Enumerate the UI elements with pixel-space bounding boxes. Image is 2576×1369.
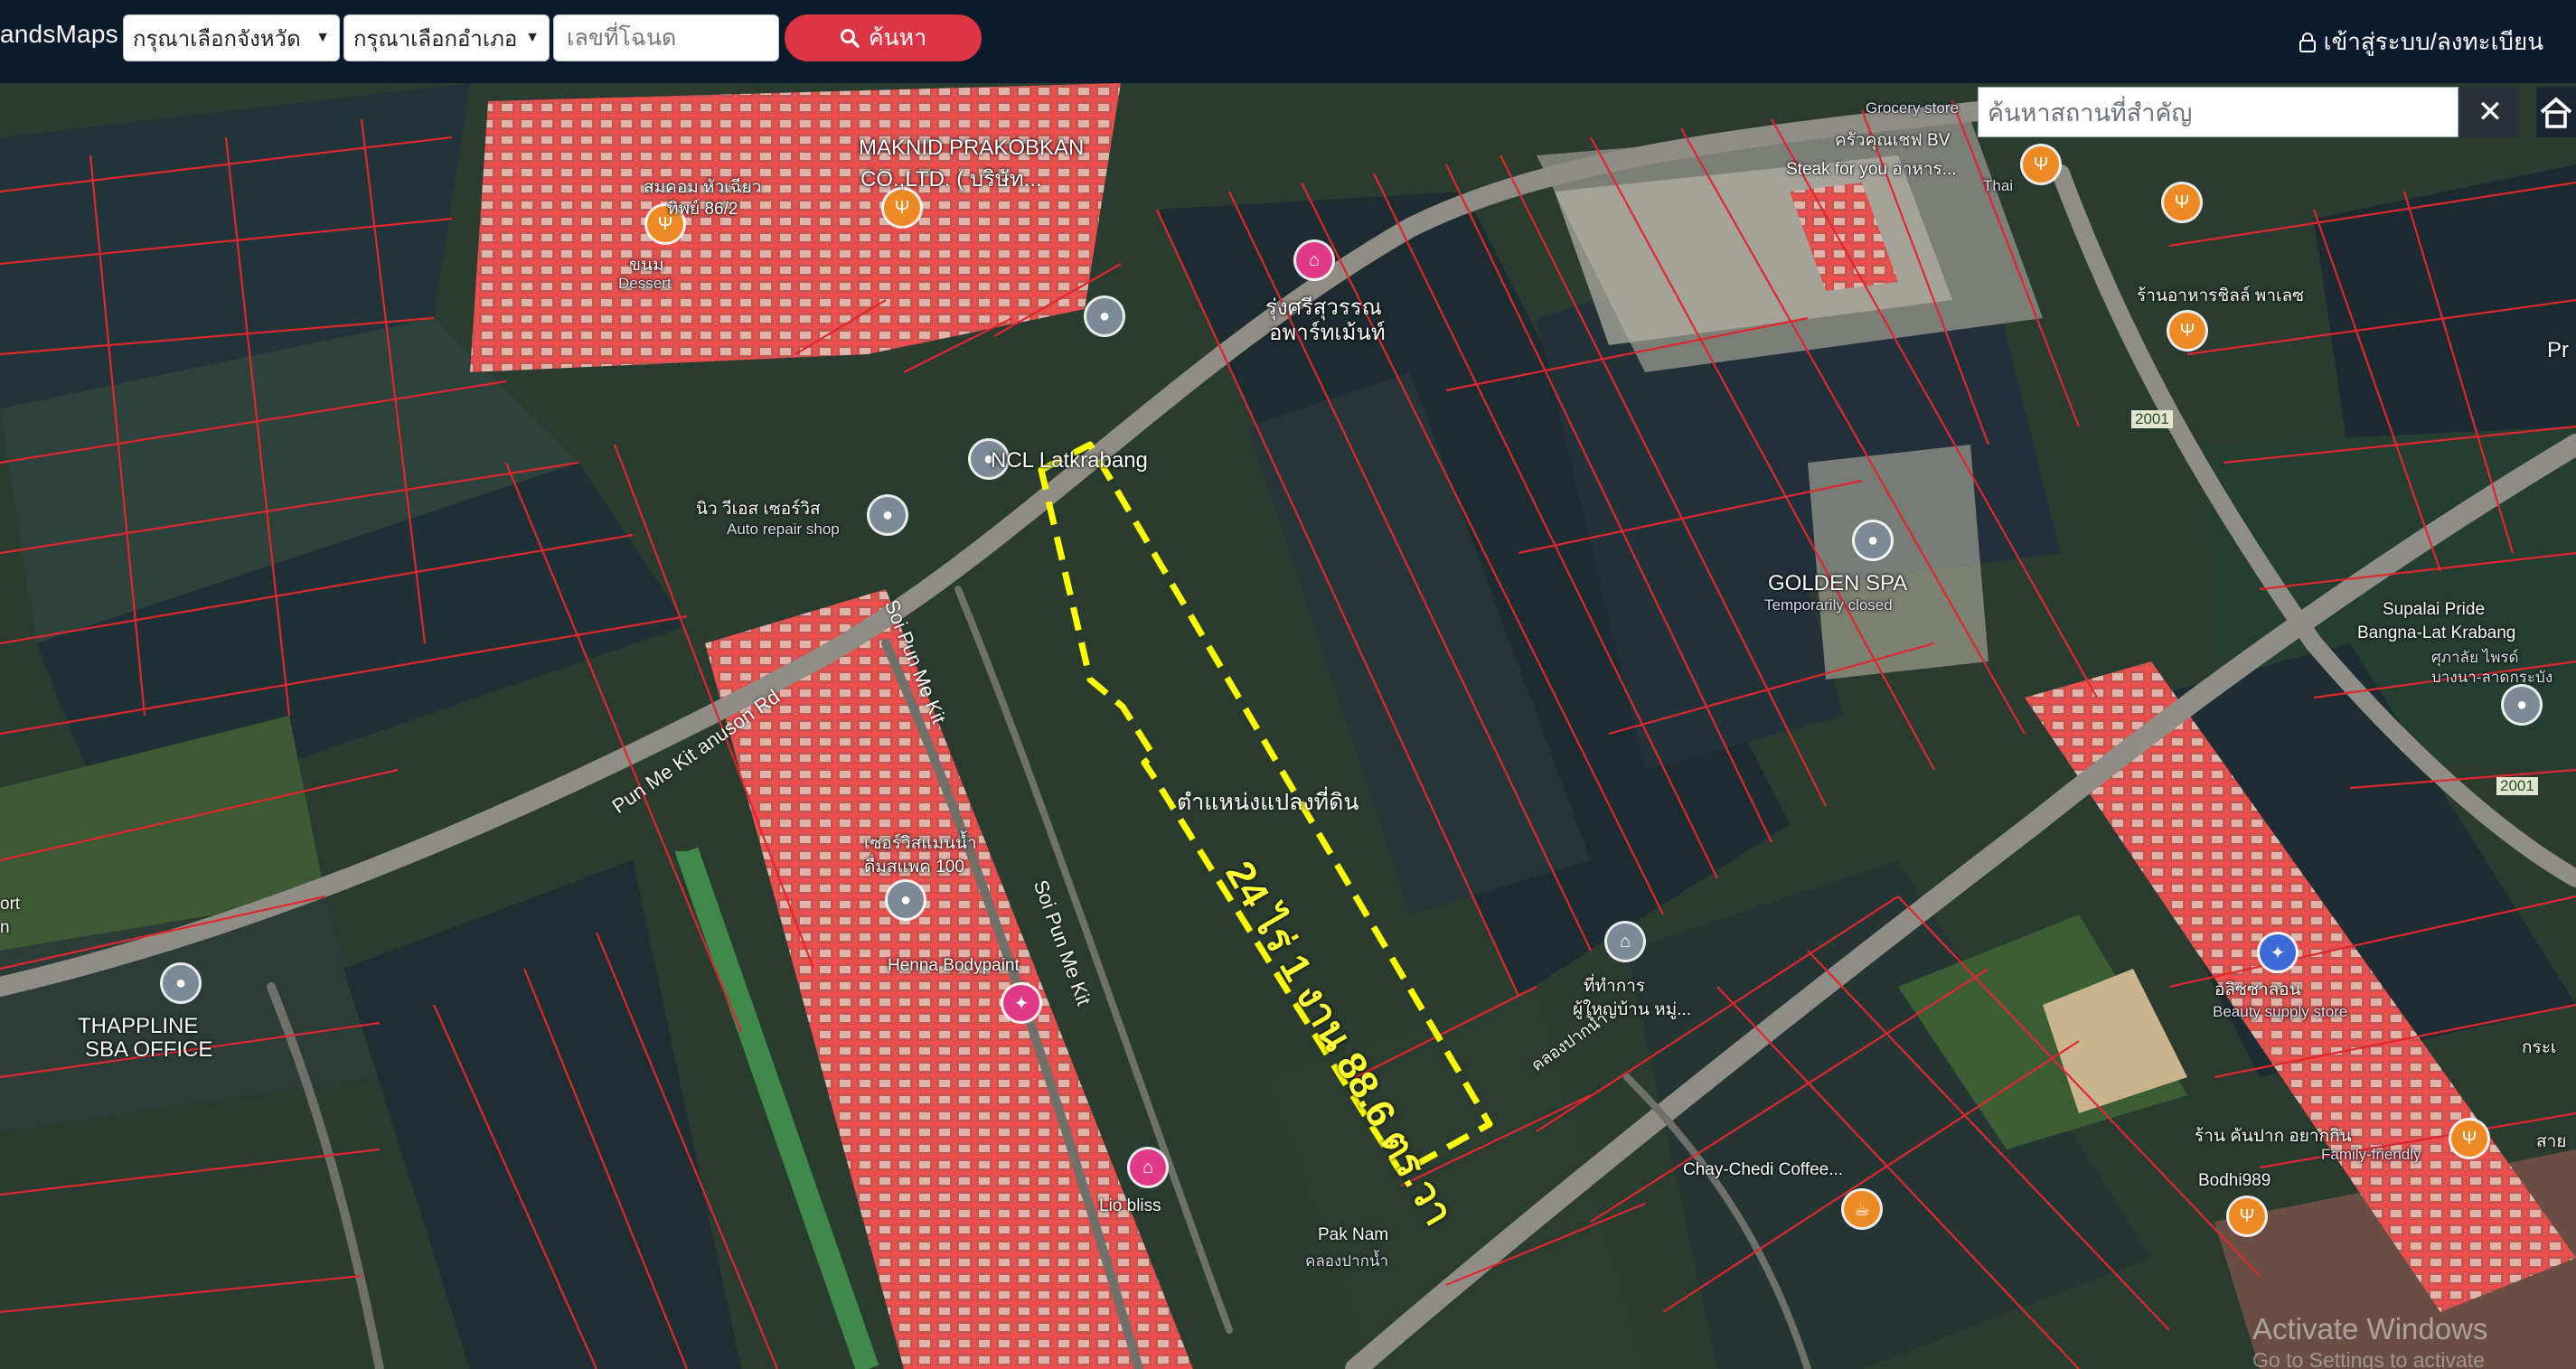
- map-canvas[interactable]: ตำแหน่งแปลงที่ดิน 24 ไร่ 1 งาน 88.6 ตร.ว…: [0, 83, 2576, 1369]
- restaurant-icon[interactable]: Ψ: [2229, 1198, 2265, 1234]
- landmark-search-input[interactable]: ค้นหาสถานที่สำคัญ: [1978, 87, 2458, 137]
- close-icon[interactable]: ✕: [2460, 87, 2520, 137]
- district-select[interactable]: กรุณาเลือกอำเภอ ▼: [343, 14, 550, 61]
- login-label: เข้าสู่ระบบ/ลงทะเบียน: [2323, 28, 2543, 55]
- place-label-lio-bliss[interactable]: Lio bliss: [1099, 1196, 1161, 1216]
- place-label-grocery[interactable]: Grocery store: [1866, 99, 1959, 117]
- restaurant-icon[interactable]: Ψ: [2164, 184, 2200, 220]
- place-sub-thappline: SBA OFFICE: [85, 1037, 213, 1062]
- place-label-repair[interactable]: นิว วีเอส เซอร์วิส: [696, 495, 821, 522]
- login-link[interactable]: เข้าสู่ระบบ/ลงทะเบียน: [2299, 23, 2543, 61]
- place-label-n[interactable]: n: [0, 918, 10, 938]
- place-label-beauty[interactable]: อลิซซาลอน: [2214, 976, 2301, 1003]
- place-sub-pak-nam: คลองปากน้ำ: [1305, 1252, 1389, 1270]
- search-button-label: ค้นหา: [868, 25, 927, 51]
- government-building-icon[interactable]: ⌂: [1607, 924, 1643, 960]
- top-navbar: andsMaps กรุณาเลือกจังหวัด ▼ กรุณาเลือกอ…: [0, 0, 2576, 83]
- place-label-supalai-2[interactable]: Bangna-Lat Krabang: [2357, 624, 2515, 643]
- chevron-down-icon: ▼: [315, 30, 330, 45]
- place-sub-repair: Auto repair shop: [727, 520, 840, 538]
- home-icon[interactable]: [2536, 87, 2576, 137]
- lock-icon: [2299, 32, 2316, 52]
- place-label-ncl[interactable]: NCL Latkrabang: [991, 448, 1148, 474]
- place-sub-serve: ดื่มสแพค 100: [864, 858, 964, 877]
- place-sub-maknid: CO.,LTD. ( บริษัท...: [860, 167, 1042, 192]
- coffee-icon[interactable]: ☕: [1844, 1191, 1880, 1227]
- shopping-icon[interactable]: ✦: [1003, 985, 1039, 1021]
- shopping-bag-icon[interactable]: ✦: [2260, 934, 2296, 970]
- restaurant-icon[interactable]: Ψ: [2451, 1121, 2487, 1157]
- place-label-kra[interactable]: กระเ: [2522, 1034, 2556, 1061]
- plot-caption: ตำแหน่งแปลงที่ดิน: [1177, 790, 1359, 815]
- place-sub-rungsri: อพาร์ทเม้นท์: [1269, 321, 1386, 345]
- hotel-icon[interactable]: ⌂: [1130, 1149, 1166, 1186]
- place-sub-dessert: Dessert: [618, 275, 672, 292]
- place-label-chay-chedi[interactable]: Chay-Chedi Coffee...: [1683, 1160, 1843, 1180]
- place-label-supalai[interactable]: Supalai Pride: [2383, 600, 2485, 620]
- place-label-bodhi[interactable]: Bodhi989: [2198, 1171, 2270, 1191]
- route-shield-2001-b: 2001: [2496, 777, 2538, 795]
- district-select-value: กรุณาเลือกอำเภอ: [353, 26, 518, 52]
- place-sub-somkom: ทิพย์ 86/2: [667, 200, 738, 219]
- place-label-ort[interactable]: ort: [0, 895, 20, 914]
- place-label-golden-spa[interactable]: GOLDEN SPA: [1768, 571, 1907, 596]
- place-label-pr[interactable]: Pr: [2547, 338, 2569, 363]
- search-button[interactable]: ค้นหา: [785, 14, 982, 61]
- place-marker-icon[interactable]: ●: [1086, 298, 1123, 334]
- satellite-map[interactable]: [0, 83, 2576, 1369]
- place-label-thappline[interactable]: THAPPLINE: [78, 1014, 198, 1039]
- place-label-henna[interactable]: Henna Bodypaint: [888, 956, 1020, 976]
- house-icon: [2540, 97, 2572, 128]
- chevron-down-icon: ▼: [525, 30, 540, 45]
- place-sub-beauty: Beauty supply store: [2213, 1003, 2348, 1020]
- place-marker-icon[interactable]: ●: [163, 965, 199, 1001]
- deed-number-input[interactable]: [553, 14, 779, 61]
- place-label-pak-nam[interactable]: Pak Nam: [1318, 1225, 1388, 1245]
- place-sub-family: Family-friendly: [2321, 1146, 2421, 1163]
- route-shield-2001-a: 2001: [2131, 410, 2173, 428]
- province-select[interactable]: กรุณาเลือกจังหวัด ▼: [123, 14, 340, 61]
- place-sub-supalai-2: บางนา-ลาดกระบัง: [2431, 669, 2553, 686]
- place-sub-thai: Thai: [1983, 177, 2014, 194]
- activation-watermark-sub: Go to Settings to activate Windows.: [2252, 1348, 2485, 1369]
- place-sub-office: ผู้ใหญ่บ้าน หมู่...: [1573, 1000, 1692, 1019]
- search-icon: [840, 29, 860, 48]
- place-label-sao[interactable]: สาย: [2536, 1128, 2566, 1155]
- landmark-search-placeholder: ค้นหาสถานที่สำคัญ: [1988, 98, 2193, 127]
- hotel-icon[interactable]: ⌂: [1296, 242, 1332, 278]
- place-label-steak[interactable]: Steak for you อาหาร...: [1786, 155, 1957, 183]
- place-marker-icon[interactable]: ●: [870, 497, 906, 533]
- place-label-kitchen[interactable]: ครัวคุณเชฟ BV: [1835, 127, 1950, 154]
- place-label-maknid[interactable]: MAKNID PRAKOBKAN: [859, 136, 1084, 161]
- place-marker-icon[interactable]: ●: [888, 882, 924, 918]
- restaurant-icon[interactable]: Ψ: [2169, 313, 2205, 349]
- activation-watermark: Activate Windows: [2252, 1312, 2488, 1346]
- place-marker-icon[interactable]: ●: [1855, 522, 1891, 558]
- place-marker-icon[interactable]: ●: [2504, 687, 2540, 723]
- province-select-value: กรุณาเลือกจังหวัด: [133, 26, 301, 52]
- place-sub-golden-spa: Temporarily closed: [1764, 596, 1893, 614]
- restaurant-icon[interactable]: Ψ: [2023, 146, 2059, 183]
- place-label-restaurant[interactable]: ร้านอาหารชิลล์ พาเลซ: [2137, 282, 2304, 309]
- brand-logo[interactable]: andsMaps: [0, 20, 118, 49]
